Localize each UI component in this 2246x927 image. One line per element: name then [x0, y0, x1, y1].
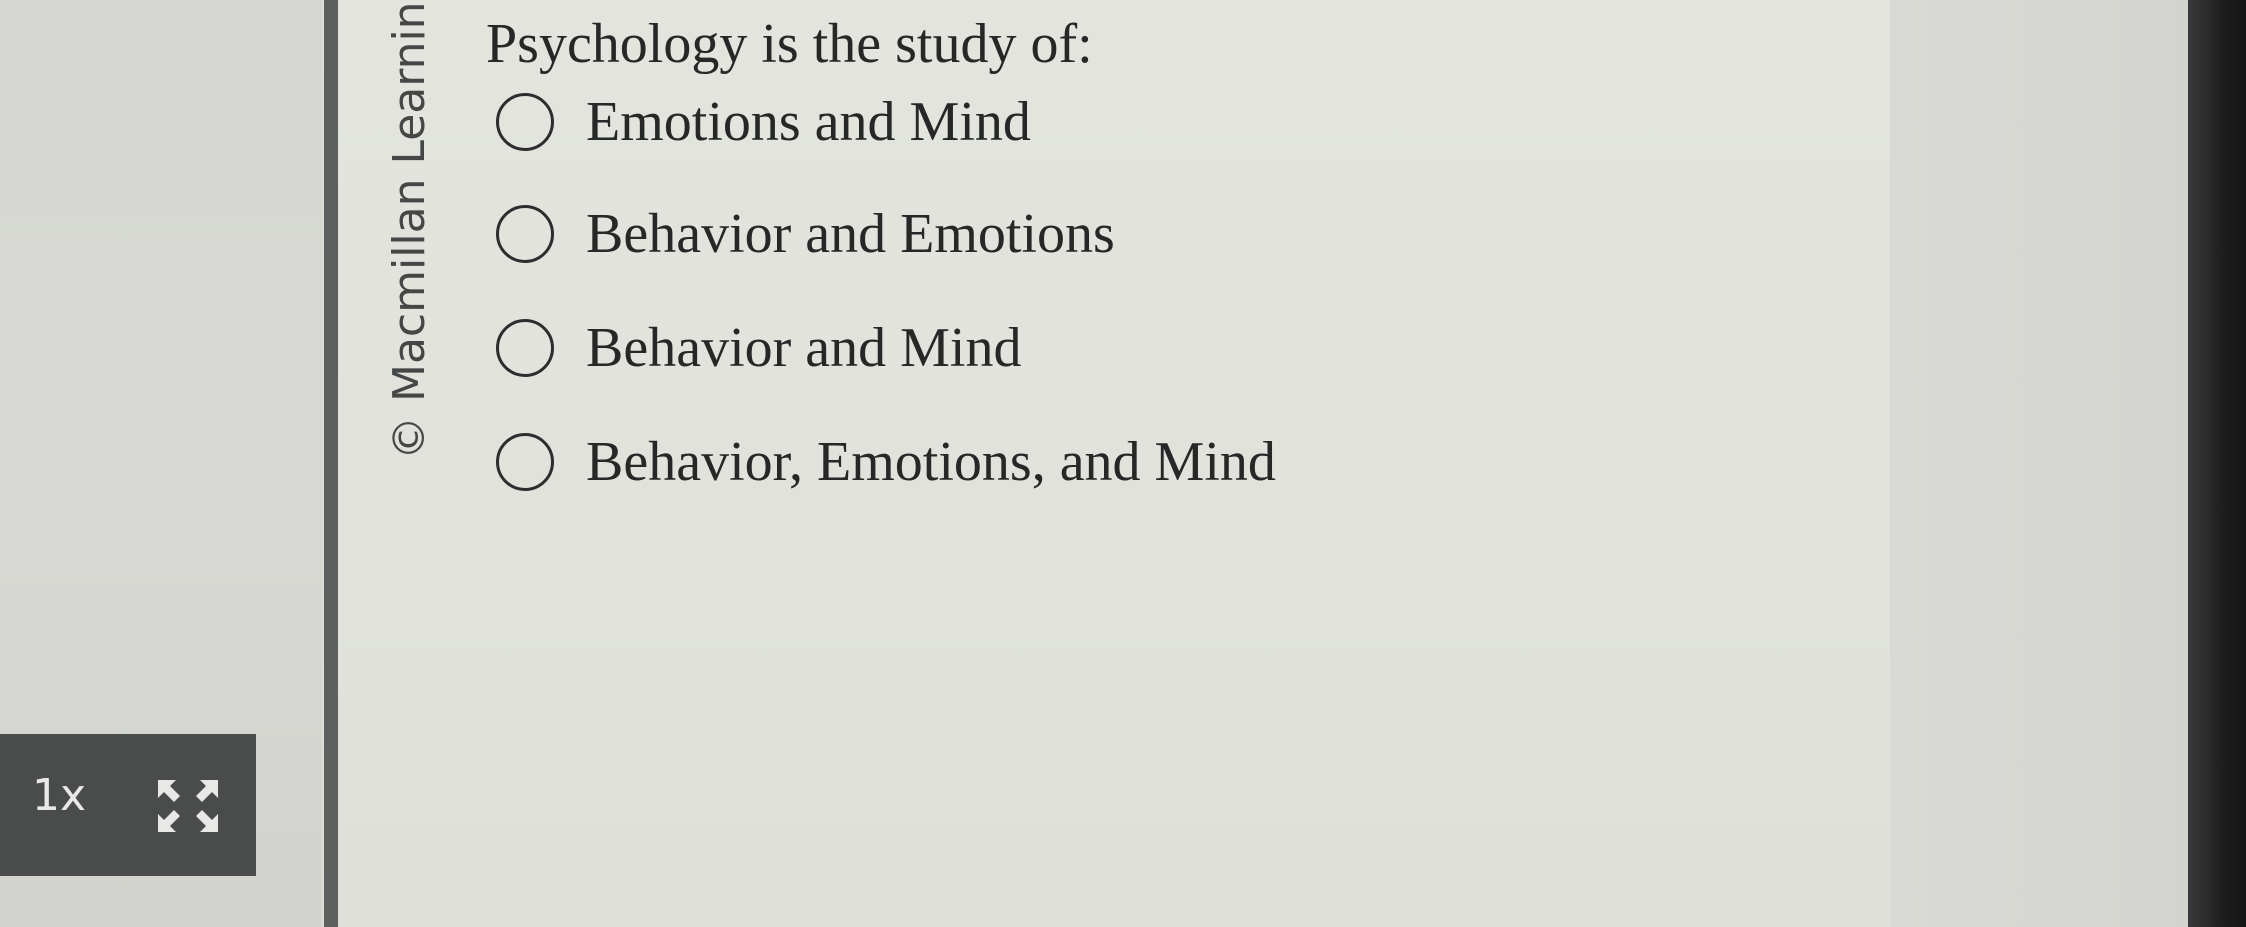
option-label: Behavior and Emotions — [586, 203, 1115, 265]
fullscreen-expand-icon[interactable] — [156, 778, 220, 834]
right-margin — [1890, 0, 2188, 927]
radio-button[interactable] — [496, 319, 554, 377]
radio-button[interactable] — [496, 205, 554, 263]
radio-button[interactable] — [496, 433, 554, 491]
copyright-watermark: © Macmillan Learnin — [384, 1, 435, 460]
player-controls: 1x — [0, 734, 256, 876]
radio-button[interactable] — [496, 93, 554, 151]
panel-divider — [324, 0, 338, 927]
playback-speed-button[interactable]: 1x — [32, 770, 86, 821]
option-emotions-mind[interactable]: Emotions and Mind — [496, 90, 1031, 154]
option-label: Emotions and Mind — [586, 91, 1031, 153]
screen-edge — [2188, 0, 2246, 927]
option-label: Behavior and Mind — [586, 317, 1022, 379]
option-label: Behavior, Emotions, and Mind — [586, 431, 1276, 493]
option-behavior-emotions[interactable]: Behavior and Emotions — [496, 202, 1115, 266]
option-behavior-emotions-mind[interactable]: Behavior, Emotions, and Mind — [496, 430, 1276, 494]
question-text: Psychology is the study of: — [486, 13, 1093, 75]
option-behavior-mind[interactable]: Behavior and Mind — [496, 316, 1021, 380]
